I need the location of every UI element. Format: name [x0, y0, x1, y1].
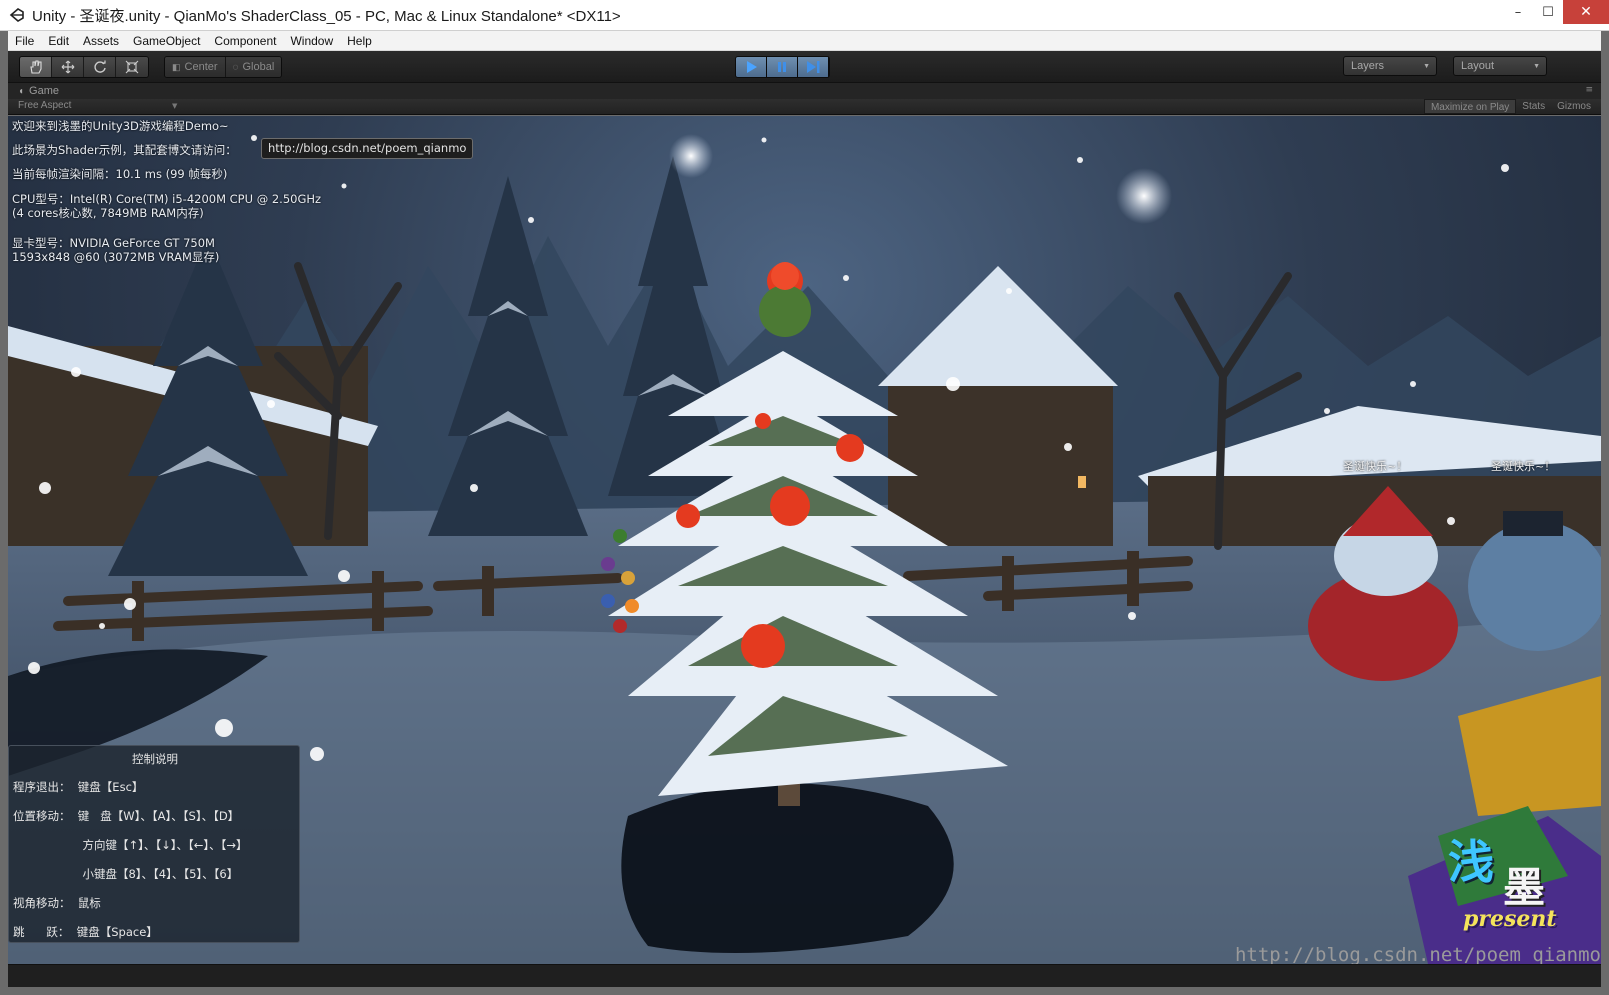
tab-game[interactable]: ◖ Game [8, 85, 59, 97]
rotate-tool-button[interactable] [84, 57, 116, 77]
hand-icon [29, 60, 42, 74]
play-button[interactable] [736, 57, 767, 77]
main-toolbar: ◧ Center ◌ Global Layers ▼ Layout ▼ [8, 51, 1601, 83]
unity-logo-icon [8, 6, 26, 24]
game-panel-tabbar: ◖ Game ≡ [8, 83, 1601, 99]
pivot-center-toggle[interactable]: ◧ Center [165, 57, 226, 77]
hud-welcome: 欢迎来到浅墨的Unity3D游戏编程Demo~ [12, 119, 229, 133]
hud-shader-note: 此场景为Shader示例，其配套博文请访问： [12, 143, 237, 157]
control-row: 位置移动： 键 盘【W】、【A】、【S】、【D】 [13, 809, 240, 823]
game-tab-label: Game [29, 85, 60, 97]
transform-tools [19, 56, 149, 78]
hud-gpu-line2: 1593x848 @60 (3072MB VRAM显存) [12, 250, 220, 264]
scale-tool-button[interactable] [116, 57, 148, 77]
step-icon [807, 61, 820, 73]
npc-label: 圣诞快乐~！ [1343, 460, 1408, 473]
game-view-options: Maximize on Play Stats Gizmos [1423, 99, 1597, 114]
hand-tool-button[interactable] [20, 57, 52, 77]
pivot-toggles: ◧ Center ◌ Global [164, 56, 283, 78]
pause-button[interactable] [767, 57, 798, 77]
close-button[interactable]: ✕ [1563, 0, 1609, 24]
space-label: Global [242, 61, 275, 73]
menu-file[interactable]: File [8, 31, 41, 51]
chevron-down-icon: ▼ [1533, 63, 1540, 70]
chevron-down-icon: ▼ [172, 102, 178, 110]
minimize-button[interactable]: – [1503, 0, 1533, 24]
rotate-icon [93, 60, 106, 73]
control-row: 视角移动： 鼠标 [13, 896, 101, 910]
step-button[interactable] [798, 57, 829, 77]
pacman-icon: ◖ [18, 85, 25, 97]
aspect-dropdown[interactable]: Free Aspect [18, 100, 71, 111]
watermark-text: http://blog.csdn.net/poem_qianmo [1234, 944, 1601, 966]
menu-edit[interactable]: Edit [41, 31, 76, 51]
game-options-bar: Free Aspect ▼ Maximize on Play Stats Giz… [8, 99, 1601, 115]
logo-char-1: 浅 [1448, 835, 1494, 889]
maximize-button[interactable]: ☐ [1533, 0, 1563, 24]
chevron-down-icon: ▼ [1423, 63, 1430, 70]
menu-help[interactable]: Help [340, 31, 379, 51]
center-icon: ◧ [172, 61, 181, 72]
controls-title: 控制说明 [132, 752, 178, 766]
menu-gameobject[interactable]: GameObject [126, 31, 207, 51]
move-icon [61, 60, 74, 74]
layout-label: Layout [1461, 60, 1495, 72]
controls-help-panel: 控制说明 程序退出： 键盘【Esc】 位置移动： 键 盘【W】、【A】、【S】、… [8, 745, 300, 943]
maximize-on-play-toggle[interactable]: Maximize on Play [1423, 99, 1517, 114]
control-row: 程序退出： 键盘【Esc】 [13, 780, 144, 794]
globe-icon: ◌ [232, 61, 239, 73]
blog-url-field[interactable]: http://blog.csdn.net/poem_qianmo [261, 138, 474, 159]
hud-cpu-line2: (4 cores核心数, 7849MB RAM内存) [12, 206, 204, 220]
layers-dropdown[interactable]: Layers ▼ [1343, 56, 1437, 76]
layout-dropdown[interactable]: Layout ▼ [1453, 56, 1547, 76]
stats-toggle[interactable]: Stats [1516, 99, 1551, 114]
window-titlebar: Unity - 圣诞夜.unity - QianMo's ShaderClass… [0, 0, 1609, 31]
pivot-global-toggle[interactable]: ◌ Global [225, 57, 282, 77]
status-bar [8, 964, 1601, 987]
gizmos-dropdown[interactable]: Gizmos [1551, 99, 1597, 114]
panel-menu-icon[interactable]: ≡ [1585, 85, 1593, 95]
menu-component[interactable]: Component [207, 31, 283, 51]
control-row: 方向键【↑】、【↓】、【←】、【→】 [13, 838, 248, 852]
menu-assets[interactable]: Assets [76, 31, 126, 51]
control-row: 跳 跃： 键盘【Space】 [13, 925, 158, 939]
logo-present-text: present [1463, 906, 1557, 932]
menu-bar: File Edit Assets GameObject Component Wi… [8, 31, 1601, 51]
move-tool-button[interactable] [52, 57, 84, 77]
playmode-controls [735, 56, 830, 78]
hud-frame-time: 当前每帧渲染间隔：10.1 ms (99 帧每秒) [12, 167, 228, 181]
window-title: Unity - 圣诞夜.unity - QianMo's ShaderClass… [32, 7, 621, 25]
control-row: 小键盘【8】、【4】、【5】、【6】 [13, 867, 239, 881]
menu-window[interactable]: Window [283, 31, 340, 51]
layers-label: Layers [1351, 60, 1385, 72]
pause-icon [778, 62, 786, 72]
scale-icon [125, 60, 139, 74]
pivot-label: Center [184, 61, 218, 73]
window-controls: – ☐ ✕ [1503, 0, 1609, 24]
play-icon [747, 61, 757, 73]
npc-label: 圣诞快乐~！ [1491, 460, 1556, 473]
game-view[interactable]: 欢迎来到浅墨的Unity3D游戏编程Demo~ 此场景为Shader示例，其配套… [8, 116, 1601, 964]
